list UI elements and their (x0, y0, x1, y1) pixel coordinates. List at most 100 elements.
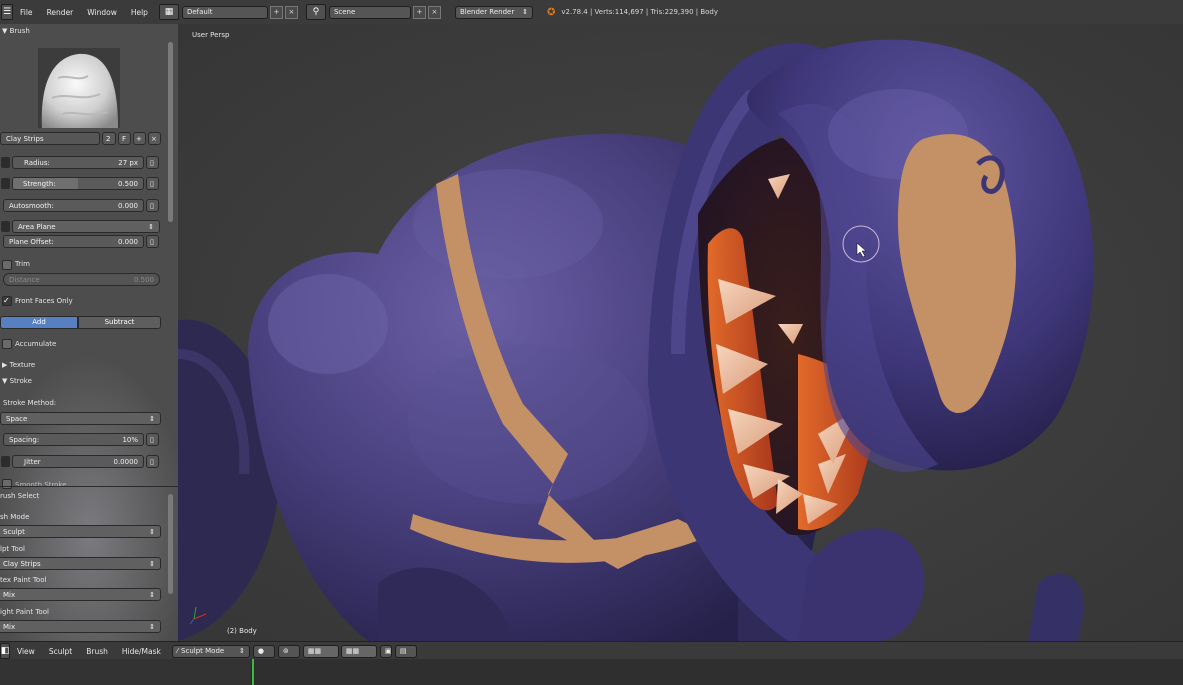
autosmooth-field[interactable]: Autosmooth: 0.000 (3, 199, 144, 212)
jitter-pressure-icon[interactable]: ▯ (146, 455, 159, 468)
strength-slider[interactable]: Strength: 0.500 (12, 177, 144, 190)
trim-checkbox[interactable] (2, 260, 12, 270)
brush-name-field[interactable]: Clay Strips (0, 132, 100, 145)
menu-view[interactable]: View (17, 647, 35, 656)
layer-buttons-b[interactable]: ▦▦ (340, 644, 377, 658)
vertex-paint-tool-select[interactable]: Mix ⇕ (0, 588, 161, 601)
layer-lock-icon[interactable]: ▣ (379, 644, 392, 658)
strength-lock-icon[interactable] (1, 178, 10, 189)
tool-shelf-scrollbar-bottom[interactable] (168, 494, 173, 594)
spacing-pressure-icon[interactable]: ▯ (146, 433, 159, 446)
radius-pressure-icon[interactable]: ▯ (146, 156, 159, 169)
direction-add-button[interactable]: Add (0, 316, 78, 329)
brush-select-divider (0, 486, 178, 487)
strength-pressure-icon[interactable]: ▯ (146, 177, 159, 190)
view3d-editor-icon[interactable]: ◧ (0, 643, 10, 659)
radius-field[interactable]: Radius: 27 px (12, 156, 144, 169)
brush-mode-label: sh Mode (0, 513, 30, 521)
stroke-panel-header[interactable]: ▼ Stroke (2, 377, 32, 385)
sculpt-plane-select[interactable]: Area Plane ⇕ (12, 220, 160, 233)
brush-preview[interactable] (38, 48, 120, 128)
menu-sculpt[interactable]: Sculpt (49, 647, 72, 656)
weight-paint-tool-select[interactable]: Mix ⇕ (0, 620, 161, 633)
brush-panel-header[interactable]: ▼ Brush (2, 27, 30, 35)
pivot-select[interactable]: ⊚ (277, 644, 300, 658)
dropdown-arrow-icon: ⇕ (149, 622, 155, 631)
trim-distance-field: Distance 0.500 (3, 273, 160, 286)
scene-field[interactable]: Scene (328, 5, 411, 19)
autosmooth-invert-icon[interactable]: ▯ (146, 199, 159, 212)
sculpt-tool-select[interactable]: Clay Strips ⇕ (0, 557, 161, 570)
scene-icon[interactable]: ⚲ (305, 4, 326, 20)
timeline-left (0, 659, 250, 685)
remove-scene-button[interactable]: × (427, 5, 441, 19)
unlink-brush-button[interactable]: × (148, 132, 161, 145)
screen-layout-icon[interactable]: ▦ (158, 4, 179, 20)
jitter-field[interactable]: Jitter 0.0000 (12, 455, 144, 468)
sculpt-model[interactable] (178, 24, 1183, 641)
menu-help[interactable]: Help (131, 8, 148, 17)
menu-file[interactable]: File (20, 8, 33, 17)
accumulate-label: Accumulate (15, 340, 57, 348)
close-icon: × (151, 134, 157, 143)
info-header: ☰ File Render Window Help ▦ Default + × … (0, 0, 1183, 25)
weight-paint-tool-label: ight Paint Tool (0, 608, 49, 616)
scene-stats: v2.78.4 | Verts:114,697 | Tris:229,390 |… (561, 8, 718, 16)
menu-render[interactable]: Render (47, 8, 74, 17)
add-scene-button[interactable]: + (412, 5, 426, 19)
tool-shelf: ▼ Brush Clay Strips 2 F + × Radius: 27 p… (0, 24, 178, 641)
plane-offset-pressure-icon[interactable]: ▯ (146, 235, 159, 248)
blender-logo-icon: ✪ (546, 6, 556, 18)
3d-view-header: ◧ View Sculpt Brush Hide/Mask ⁄ Sculpt M… (0, 641, 1183, 660)
texture-panel-header[interactable]: ▶ Texture (2, 361, 35, 369)
plus-icon: + (136, 134, 142, 143)
current-frame-marker[interactable] (252, 659, 254, 685)
accumulate-checkbox[interactable] (2, 339, 12, 349)
vertex-paint-tool-label: tex Paint Tool (0, 576, 47, 584)
render-engine-select[interactable]: Blender Render ⇕ (454, 5, 533, 19)
plane-offset-field[interactable]: Plane Offset: 0.000 (3, 235, 144, 248)
dropdown-arrow-icon: ⇕ (149, 590, 155, 599)
menu-window[interactable]: Window (87, 8, 117, 17)
brush-users-count: 2 (102, 132, 116, 145)
screen-layout-field[interactable]: Default (181, 5, 268, 19)
trim-label: Trim (15, 260, 30, 268)
stroke-method-label: Stroke Method: (3, 399, 57, 407)
dropdown-arrow-icon: ⇕ (522, 8, 528, 16)
smooth-stroke-checkbox[interactable] (2, 479, 12, 489)
layer-buttons-a[interactable]: ▦▦ (302, 644, 339, 658)
fake-user-button[interactable]: F (118, 132, 131, 145)
radius-lock-icon[interactable] (1, 157, 10, 168)
front-faces-checkbox[interactable]: ✓ (2, 296, 12, 306)
view-perspective-label: User Persp (192, 31, 230, 39)
dropdown-arrow-icon: ⇕ (148, 222, 154, 231)
tool-shelf-scrollbar-top[interactable] (168, 42, 173, 222)
active-object-label: (2) Body (227, 627, 257, 635)
front-faces-label: Front Faces Only (15, 297, 73, 305)
brush-select-header[interactable]: rush Select (0, 492, 39, 500)
dropdown-arrow-icon: ⇕ (149, 527, 155, 536)
dropdown-arrow-icon: ⇕ (149, 559, 155, 568)
sculpt-tool-label: lpt Tool (0, 545, 25, 553)
plane-icon (1, 221, 10, 232)
viewport-shading-select[interactable]: ● (252, 644, 275, 658)
spacing-field[interactable]: Spacing: 10% (3, 433, 144, 446)
menu-hide-mask[interactable]: Hide/Mask (122, 647, 161, 656)
sculpt-brush-icon: ⁄ (176, 647, 179, 655)
remove-layout-button[interactable]: × (284, 5, 298, 19)
jitter-lock-icon[interactable] (1, 456, 10, 467)
3d-viewport[interactable]: User Persp (2) Body (178, 24, 1183, 641)
dropdown-arrow-icon: ⇕ (238, 647, 245, 655)
mode-select[interactable]: ⁄ Sculpt Mode ⇕ (171, 644, 250, 658)
stroke-method-select[interactable]: Space ⇕ (0, 412, 161, 425)
dropdown-arrow-icon: ⇕ (149, 414, 155, 423)
add-layout-button[interactable]: + (269, 5, 283, 19)
direction-subtract-button[interactable]: Subtract (78, 316, 161, 329)
add-brush-button[interactable]: + (133, 132, 146, 145)
timeline-area[interactable] (0, 659, 1183, 685)
menu-brush[interactable]: Brush (86, 647, 108, 656)
brush-preview-image (41, 53, 118, 128)
editor-type-icon[interactable]: ☰ (1, 4, 13, 20)
render-preview-icon[interactable]: ▤ (394, 644, 417, 658)
brush-mode-select[interactable]: Sculpt ⇕ (0, 525, 161, 538)
